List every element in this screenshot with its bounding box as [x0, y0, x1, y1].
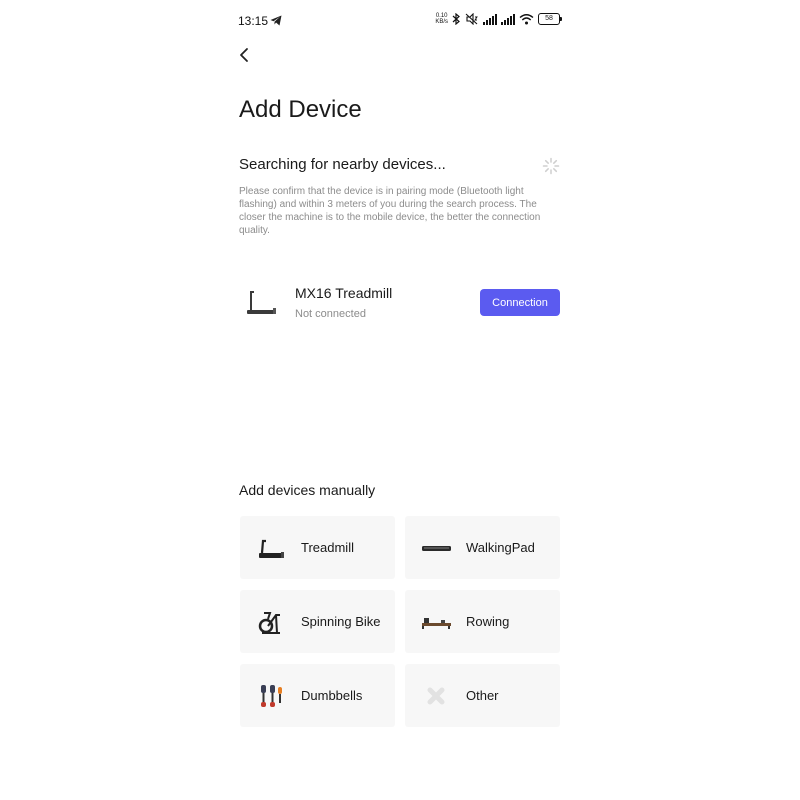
category-label: WalkingPad — [466, 539, 535, 555]
connect-button[interactable]: Connection — [480, 289, 560, 316]
category-dumbbells[interactable]: Dumbbells — [240, 664, 395, 727]
device-name: MX16 Treadmill — [295, 285, 393, 301]
treadmill-icon — [259, 539, 284, 558]
category-label: Dumbbells — [301, 687, 363, 703]
category-other[interactable]: Other — [405, 664, 560, 727]
rowing-machine-icon — [422, 618, 451, 629]
chevron-left-icon[interactable] — [236, 46, 254, 64]
walkingpad-icon — [422, 546, 451, 551]
signal-icon-1 — [483, 13, 497, 25]
page-title: Add Device — [239, 96, 362, 123]
loading-spinner-icon — [542, 157, 560, 175]
status-bar: 13:15 0.10 KB/s 58 — [226, 10, 574, 32]
found-device-row: MX16 Treadmill Not connected Connection — [239, 278, 561, 328]
category-treadmill[interactable]: Treadmill — [240, 516, 395, 579]
bluetooth-icon — [452, 13, 460, 25]
wifi-icon — [519, 14, 534, 25]
status-icons: 0.10 KB/s 58 — [435, 13, 562, 25]
signal-icon-2 — [501, 13, 515, 25]
treadmill-device-icon — [247, 291, 276, 314]
status-time: 13:15 — [238, 14, 269, 28]
category-spinning-bike[interactable]: Spinning Bike — [240, 590, 395, 653]
category-label: Treadmill — [301, 539, 354, 555]
app-screen: 13:15 0.10 KB/s 58 Add Device Searching … — [226, 0, 574, 800]
category-rowing[interactable]: Rowing — [405, 590, 560, 653]
pairing-hint-text: Please confirm that the device is in pai… — [239, 186, 541, 236]
category-label: Spinning Bike — [301, 613, 381, 629]
mute-icon — [465, 13, 478, 25]
spinning-bike-icon — [258, 612, 280, 634]
device-connection-status: Not connected — [295, 308, 366, 320]
battery-icon: 58 — [538, 13, 562, 25]
category-walkingpad[interactable]: WalkingPad — [405, 516, 560, 579]
category-label: Rowing — [466, 613, 510, 629]
other-icon — [427, 687, 445, 705]
telegram-icon — [270, 15, 282, 26]
manual-section-title: Add devices manually — [239, 482, 376, 498]
network-speed: 0.10 KB/s — [435, 13, 448, 25]
category-label: Other — [466, 687, 499, 703]
dumbbells-icon — [261, 685, 282, 707]
search-status-title: Searching for nearby devices... — [239, 156, 446, 173]
